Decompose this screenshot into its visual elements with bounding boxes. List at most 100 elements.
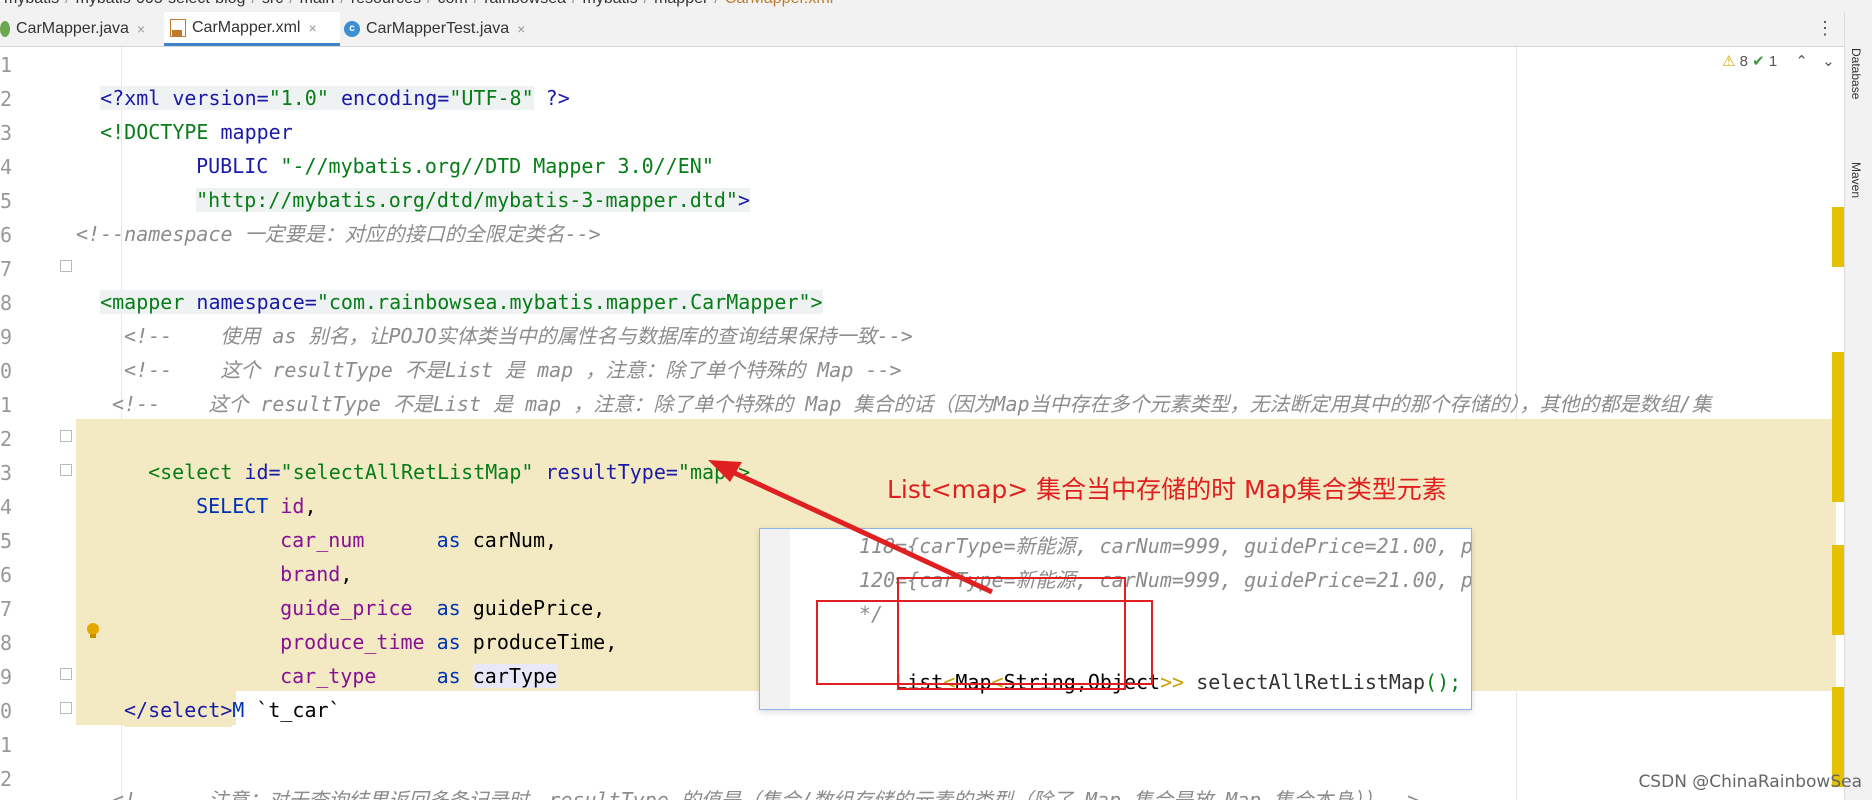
tab-carmapper-java[interactable]: CarMapper.java × [0,12,155,45]
code-token: (); [1425,670,1462,694]
code-line[interactable]: car_num as carNum, [256,489,557,552]
line-number[interactable]: 8 [0,291,18,315]
line-number[interactable]: 1 [0,53,18,77]
right-tool-window-bar: Database Maven [1844,12,1872,800]
line-number[interactable]: 1 [0,393,18,417]
breadcrumb-item[interactable]: resources [351,0,421,7]
scroll-mark[interactable] [1832,352,1844,502]
inspection-widget[interactable]: ⚠ 8 ✔ 1 ⌃ ⌄ [1722,52,1835,70]
line-number[interactable]: 2 [0,767,18,791]
error-stripe[interactable] [1832,47,1844,800]
breadcrumb-item[interactable]: mybatis-005-select-blog [76,0,246,7]
breadcrumb-item[interactable]: mybatis [4,0,59,7]
code-token: "map" [677,460,739,484]
breadcrumb-item[interactable]: main [300,0,335,7]
line-number[interactable]: 2 [0,87,18,111]
line-number[interactable]: 3 [0,461,18,485]
breadcrumb-separator: / [427,0,431,7]
code-token: <mapper [100,290,197,314]
line-number[interactable]: 6 [0,223,18,247]
interface-icon [0,20,10,37]
code-line[interactable]: guide_price as guidePrice, [256,557,605,620]
code-comment[interactable]: <!-- 这个 resultType 不是List 是 map ，注意：除了单个… [112,387,1836,421]
code-line[interactable]: produce_time as produceTime, [256,591,617,654]
fold-marker[interactable] [60,260,72,272]
annotation-text: List<map> 集合当中存储的时 Map集合类型元素 [887,475,1447,504]
code-line[interactable]: FROM `t_car` [172,659,341,722]
code-comment[interactable]: <!-- 注意：对于查询结果返回多条记录时，resultType 的值是（集合/… [112,787,1419,800]
line-number[interactable]: 8 [0,631,18,655]
code-line[interactable]: brand, [256,523,352,586]
breadcrumb-item[interactable]: mapper [654,0,708,7]
code-line[interactable]: SELECT id, [172,455,316,518]
code-comment[interactable]: <!-- 使用 as 别名，让POJO实体类当中的属性名与数据库的查询结果保持一… [124,319,913,353]
database-tool-tab[interactable]: Database [1849,48,1863,99]
line-number[interactable]: 1 [0,733,18,757]
tab-carmapper-xml[interactable]: CarMapper.xml × [164,12,340,46]
tab-label: CarMapper.java [16,19,129,37]
code-token: >> [1160,670,1185,694]
tab-label: CarMapper.xml [192,18,301,36]
close-icon[interactable]: × [308,20,316,36]
line-number[interactable]: 0 [0,359,18,383]
scroll-mark[interactable] [1832,545,1844,635]
fold-marker[interactable] [60,668,72,680]
line-number[interactable]: 4 [0,495,18,519]
code-token: "selectAllRetListMap" [280,460,534,484]
code-token: < [991,670,1004,694]
breadcrumb: mybatis / mybatis-005-select-blog / src / main… [0,0,1872,12]
line-number[interactable]: 0 [0,699,18,723]
code-token: List [895,670,944,694]
breadcrumb-separator: / [289,0,293,7]
breadcrumb-item[interactable]: rainbowsea [484,0,566,7]
more-options-icon[interactable]: ⋮ [1816,18,1834,38]
maven-tool-tab[interactable]: Maven [1849,162,1863,198]
check-icon: ✔ [1752,53,1765,70]
breadcrumb-item[interactable]: mybatis [582,0,637,7]
lightbulb-icon[interactable] [86,622,100,640]
code-line[interactable]: <select id="selectAllRetListMap" resultT… [124,421,750,484]
breadcrumb-item[interactable]: CarMapper.xml [725,0,833,7]
code-token: namespace= [196,290,317,314]
line-number[interactable]: 9 [0,325,18,349]
warning-icon: ⚠ [1722,53,1736,70]
line-number[interactable]: 4 [0,155,18,179]
line-number[interactable]: 2 [0,427,18,451]
code-snippet-popup: 118={carType=新能源, carNum=999, guidePrice… [759,528,1472,710]
code-token: < [943,670,956,694]
code-token: as [364,528,473,552]
code-line[interactable]: <?xml version="1.0" encoding="UTF-8" ?> [76,47,570,110]
code-line[interactable]: car_type as carType [256,625,558,688]
line-number[interactable]: 5 [0,529,18,553]
code-line[interactable]: </select> [124,693,233,727]
breadcrumb-separator: / [714,0,718,7]
line-number[interactable]: 7 [0,597,18,621]
breadcrumb-item[interactable]: src [262,0,283,7]
line-number[interactable]: 9 [0,665,18,689]
code-comment[interactable]: <!--namespace 一定要是：对应的接口的全限定类名--> [76,217,601,251]
code-token: carType [472,664,558,688]
previous-highlight-icon[interactable]: ⌃ [1795,53,1808,70]
close-icon[interactable]: × [517,21,525,37]
line-number[interactable]: 3 [0,121,18,145]
fold-marker[interactable] [60,464,72,476]
fold-marker[interactable] [60,430,72,442]
line-number-gutter: 1 2 3 4 5 6 7 8 9 0 1 2 3 4 5 6 7 8 9 0 1 2 [0,47,70,800]
fold-marker[interactable] [60,702,72,714]
breadcrumb-item[interactable]: com [438,0,468,7]
code-line[interactable]: "http://mybatis.org/dtd/mybatis-3-mapper… [172,149,750,212]
scroll-mark[interactable] [1832,207,1844,267]
code-line[interactable]: <mapper namespace="com.rainbowsea.mybati… [76,251,823,314]
popup-comment: 120={carType=新能源, carNum=999, guidePrice… [859,568,1472,592]
line-number[interactable]: 6 [0,563,18,587]
code-token: selectAllRetListMap [1184,670,1426,694]
code-comment[interactable]: <!-- 这个 resultType 不是List 是 map ，注意：除了单个… [124,353,902,387]
tab-carmappertest-java[interactable]: c CarMapperTest.java × [344,12,544,45]
code-line[interactable]: <!DOCTYPE mapper [76,81,293,144]
code-token: `t_car` [256,698,341,722]
close-icon[interactable]: × [137,21,145,37]
code-line[interactable]: PUBLIC "-//mybatis.org//DTD Mapper 3.0//… [172,115,714,178]
line-number[interactable]: 5 [0,189,18,213]
line-number[interactable]: 7 [0,257,18,281]
code-token: carNum, [472,528,558,552]
